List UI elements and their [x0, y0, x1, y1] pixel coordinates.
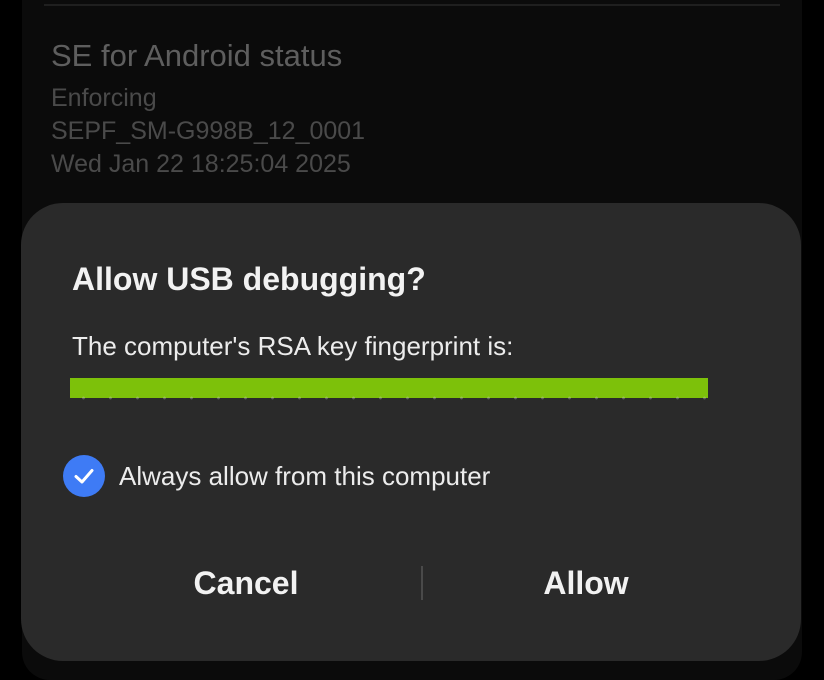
dialog-message: The computer's RSA key fingerprint is:	[72, 331, 514, 361]
se-status-title: SE for Android status	[51, 38, 343, 73]
check-icon	[74, 469, 94, 484]
allow-button[interactable]: Allow	[441, 561, 731, 605]
cancel-button[interactable]: Cancel	[101, 561, 391, 605]
se-status-policy: SEPF_SM-G998B_12_0001	[51, 117, 366, 145]
always-allow-checkbox-row[interactable]: Always allow from this computer	[63, 455, 490, 497]
fingerprint-redaction	[70, 378, 708, 398]
usb-debugging-dialog: Allow USB debugging? The computer's RSA …	[21, 203, 801, 661]
se-status-date: Wed Jan 22 18:25:04 2025	[51, 150, 351, 178]
dialog-title: Allow USB debugging?	[72, 261, 426, 297]
se-status-mode: Enforcing	[51, 84, 157, 112]
button-divider	[421, 566, 423, 600]
list-divider	[44, 4, 780, 6]
always-allow-label: Always allow from this computer	[119, 460, 491, 491]
always-allow-checkbox[interactable]	[63, 455, 105, 497]
fingerprint-text-fragment	[70, 396, 708, 400]
